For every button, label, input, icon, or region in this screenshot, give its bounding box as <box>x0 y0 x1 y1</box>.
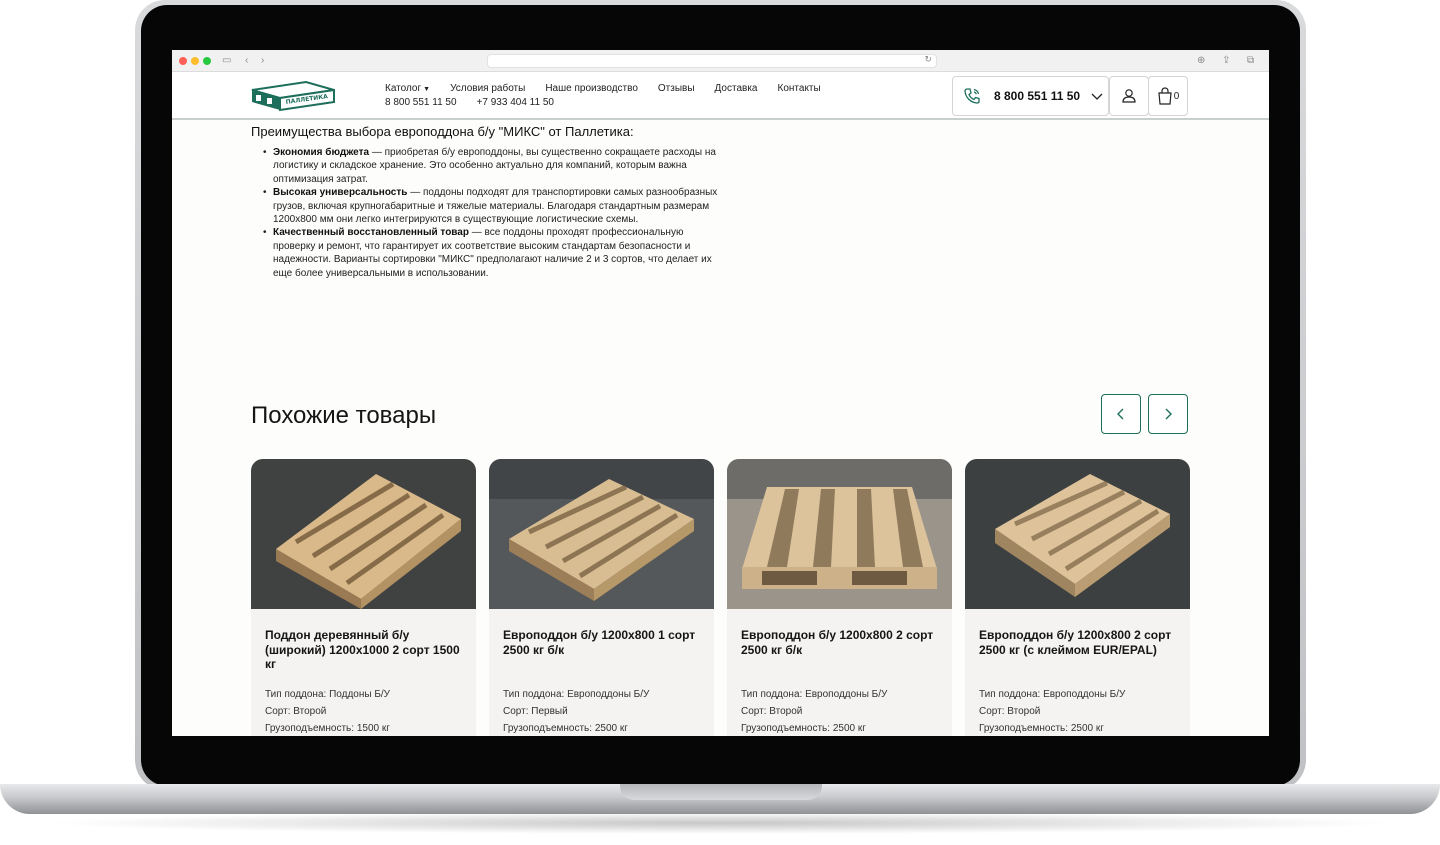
product-image[interactable] <box>489 459 714 609</box>
maximize-window-button[interactable] <box>203 57 211 65</box>
cart-button[interactable]: 0 <box>1148 76 1188 116</box>
shopping-bag-icon <box>1158 87 1172 105</box>
product-capacity: Грузоподъемность: 1500 кг <box>265 723 390 734</box>
nav-item-reviews[interactable]: Отзывы <box>658 83 695 94</box>
phone-link-mobile[interactable]: +7 933 404 11 50 <box>477 97 554 108</box>
product-image[interactable] <box>727 459 952 609</box>
similar-products-title: Похожие товары <box>251 402 437 429</box>
phone-number: 8 800 551 11 50 <box>994 89 1081 103</box>
phone-link-toll-free[interactable]: 8 800 551 11 50 <box>385 97 457 108</box>
nav-item-terms[interactable]: Условия работы <box>450 83 525 94</box>
product-type: Тип поддона: Европоддоны Б/У <box>503 689 650 700</box>
list-item: Высокая универсальность — поддоны подход… <box>263 186 723 226</box>
reload-icon[interactable]: ↻ <box>924 54 932 65</box>
nav-item-catalog[interactable]: Католог ▼ <box>385 83 430 94</box>
carousel-prev-button[interactable] <box>1101 394 1141 434</box>
product-grade: Сорт: Второй <box>979 706 1041 717</box>
benefit-heading: Высокая универсальность <box>273 187 408 199</box>
product-specs: Тип поддона: Европоддоны Б/У Сорт: Второ… <box>965 676 1190 736</box>
chevron-left-icon <box>1117 408 1124 420</box>
nav-item-production[interactable]: Наше производство <box>545 83 638 94</box>
product-title[interactable]: Поддон деревянный б/у (широкий) 1200х100… <box>251 614 476 676</box>
chevron-down-icon <box>1091 93 1103 100</box>
product-grade: Сорт: Второй <box>741 706 803 717</box>
product-type: Тип поддона: Поддоны Б/У <box>265 689 391 700</box>
benefit-heading: Экономия бюджета <box>273 147 370 158</box>
phone-dropdown-button[interactable]: 8 800 551 11 50 <box>952 76 1109 116</box>
product-specs: Тип поддона: Европоддоны Б/У Сорт: Второ… <box>727 676 952 736</box>
product-image[interactable] <box>965 459 1190 609</box>
back-icon[interactable]: ‹ <box>245 54 248 68</box>
laptop-notch <box>620 784 822 800</box>
header-phones: 8 800 551 11 50 +7 933 404 11 50 <box>385 97 554 108</box>
product-capacity: Грузоподъемность: 2500 кг <box>741 723 866 734</box>
product-specs: Тип поддона: Поддоны Б/У Сорт: Второй Гр… <box>251 676 476 736</box>
carousel-next-button[interactable] <box>1148 394 1188 434</box>
address-bar[interactable]: ↻ <box>487 54 937 68</box>
product-type: Тип поддона: Европоддоны Б/У <box>741 689 888 700</box>
product-capacity: Грузоподъемность: 2500 кг <box>503 723 628 734</box>
browser-screen: ▭ ‹ › ↻ ⊕ ⇪ ⧉ ПАЛЛЕТИКА Католог ▼ Условия… <box>172 50 1269 736</box>
product-title[interactable]: Европоддон б/у 1200х800 1 сорт 2500 кг б… <box>489 614 714 676</box>
benefit-heading: Качественный восстановленный товар <box>273 227 469 239</box>
product-card[interactable]: Поддон деревянный б/у (широкий) 1200х100… <box>251 459 476 736</box>
product-capacity: Грузоподъемность: 2500 кг <box>979 723 1104 734</box>
product-grade: Сорт: Второй <box>265 706 327 717</box>
benefits-list: Экономия бюджета — приобретая б/у европо… <box>263 146 723 280</box>
laptop-shadow <box>40 812 1400 834</box>
tabs-icon[interactable]: ⧉ <box>1247 54 1254 68</box>
product-carousel: Поддон деревянный б/у (широкий) 1200х100… <box>251 459 1190 736</box>
product-card[interactable]: Европоддон б/у 1200х800 2 сорт 2500 кг (… <box>965 459 1190 736</box>
phone-call-icon <box>964 88 980 104</box>
pallet-logo-icon[interactable]: ПАЛЛЕТИКА <box>250 80 336 112</box>
list-item: Качественный восстановленный товар — все… <box>263 226 723 280</box>
product-title[interactable]: Европоддон б/у 1200х800 2 сорт 2500 кг (… <box>965 614 1190 676</box>
download-icon[interactable]: ⊕ <box>1197 54 1205 68</box>
product-card[interactable]: Европоддон б/у 1200х800 2 сорт 2500 кг б… <box>727 459 952 736</box>
site-header: ПАЛЛЕТИКА Католог ▼ Условия работы Наше п… <box>172 72 1269 120</box>
user-icon <box>1122 89 1136 103</box>
caret-down-icon: ▼ <box>423 86 431 93</box>
product-card[interactable]: Европоддон б/у 1200х800 1 сорт 2500 кг б… <box>489 459 714 736</box>
product-grade: Сорт: Первый <box>503 706 568 717</box>
share-icon[interactable]: ⇪ <box>1222 54 1230 68</box>
article-heading: Преимущества выбора европоддона б/у "МИК… <box>251 124 634 139</box>
product-specs: Тип поддона: Европоддоны Б/У Сорт: Первы… <box>489 676 714 736</box>
cart-count: 0 <box>1173 90 1180 102</box>
nav-item-delivery[interactable]: Доставка <box>715 83 758 94</box>
product-image[interactable] <box>251 459 476 609</box>
product-type: Тип поддона: Европоддоны Б/У <box>979 689 1126 700</box>
close-window-button[interactable] <box>179 57 187 65</box>
sidebar-icon[interactable]: ▭ <box>222 54 231 68</box>
account-button[interactable] <box>1109 76 1149 116</box>
minimize-window-button[interactable] <box>191 57 199 65</box>
forward-icon[interactable]: › <box>261 54 264 68</box>
chevron-right-icon <box>1165 408 1172 420</box>
list-item: Экономия бюджета — приобретая б/у европо… <box>263 146 723 186</box>
browser-toolbar: ▭ ‹ › ↻ ⊕ ⇪ ⧉ <box>172 50 1269 72</box>
product-title[interactable]: Европоддон б/у 1200х800 2 сорт 2500 кг б… <box>727 614 952 676</box>
nav-item-contacts[interactable]: Контакты <box>778 83 821 94</box>
nav-label: Католог <box>385 83 422 94</box>
main-nav: Католог ▼ Условия работы Наше производств… <box>385 83 821 94</box>
